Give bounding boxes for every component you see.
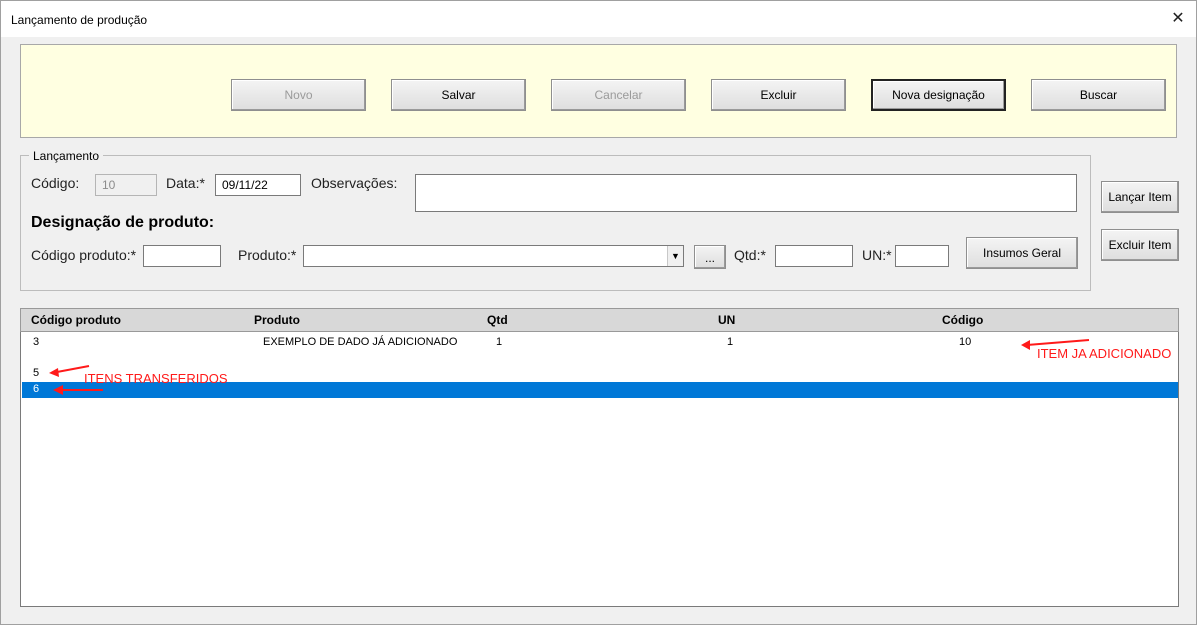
column-header-codigo-produto[interactable]: Código produto	[31, 313, 121, 327]
cell-codigo-produto: 5	[33, 367, 40, 379]
column-header-un[interactable]: UN	[718, 313, 735, 327]
annotation-arrow-row-6	[53, 385, 103, 395]
data-field[interactable]: 09/11/22	[215, 174, 301, 196]
chevron-down-icon[interactable]: ▼	[667, 246, 683, 266]
title-bar: Lançamento de produção ✕	[1, 1, 1196, 37]
buscar-button[interactable]: Buscar	[1031, 79, 1166, 111]
un-field[interactable]	[895, 245, 949, 267]
excluir-button[interactable]: Excluir	[711, 79, 846, 111]
lancamento-legend: Lançamento	[29, 149, 104, 163]
cancelar-button[interactable]: Cancelar	[551, 79, 686, 111]
qtd-field[interactable]	[775, 245, 853, 267]
annotation-itens-transferidos: ITENS TRANSFERIDOS	[84, 371, 228, 386]
dialog-window: Lançamento de produção ✕ Novo Salvar Can…	[0, 0, 1197, 625]
codigo-produto-field[interactable]	[143, 245, 221, 267]
column-header-qtd[interactable]: Qtd	[487, 313, 508, 327]
un-label: UN:*	[862, 247, 892, 263]
designacao-title: Designação de produto:	[31, 214, 215, 231]
column-header-produto[interactable]: Produto	[254, 313, 300, 327]
window-title: Lançamento de produção	[11, 13, 148, 27]
codigo-produto-label: Código produto:*	[31, 247, 137, 263]
excluir-item-button[interactable]: Excluir Item	[1101, 229, 1179, 261]
nova-designacao-button[interactable]: Nova designação	[871, 79, 1006, 111]
salvar-button[interactable]: Salvar	[391, 79, 526, 111]
insumos-geral-button[interactable]: Insumos Geral	[966, 237, 1078, 269]
produto-lookup-button[interactable]: ...	[694, 245, 726, 269]
close-icon[interactable]: ✕	[1166, 7, 1190, 31]
codigo-field[interactable]: 10	[95, 174, 157, 196]
cell-un: 1	[727, 336, 734, 348]
novo-button[interactable]: Novo	[231, 79, 366, 111]
produto-label: Produto:*	[238, 247, 297, 263]
observacoes-label: Observações:	[311, 175, 398, 191]
codigo-label: Código:	[31, 175, 80, 191]
cell-codigo-produto: 6	[33, 383, 40, 395]
lancar-item-button[interactable]: Lançar Item	[1101, 181, 1179, 213]
list-header: Código produto Produto Qtd UN Código	[20, 308, 1179, 332]
cell-qtd: 1	[496, 336, 503, 348]
produto-combobox[interactable]: ▼	[303, 245, 684, 267]
cell-produto: EXEMPLO DE DADO JÁ ADICIONADO	[263, 336, 458, 348]
cell-codigo: 10	[959, 336, 972, 348]
qtd-label: Qtd:*	[734, 247, 766, 263]
data-label: Data:*	[166, 175, 205, 191]
annotation-item-ja-adicionado: ITEM JA ADICIONADO	[1037, 346, 1172, 361]
column-header-codigo[interactable]: Código	[942, 313, 983, 327]
cell-codigo-produto: 3	[33, 336, 40, 348]
observacoes-field[interactable]	[415, 174, 1077, 212]
toolbar-panel: Novo Salvar Cancelar Excluir Nova design…	[20, 44, 1177, 138]
